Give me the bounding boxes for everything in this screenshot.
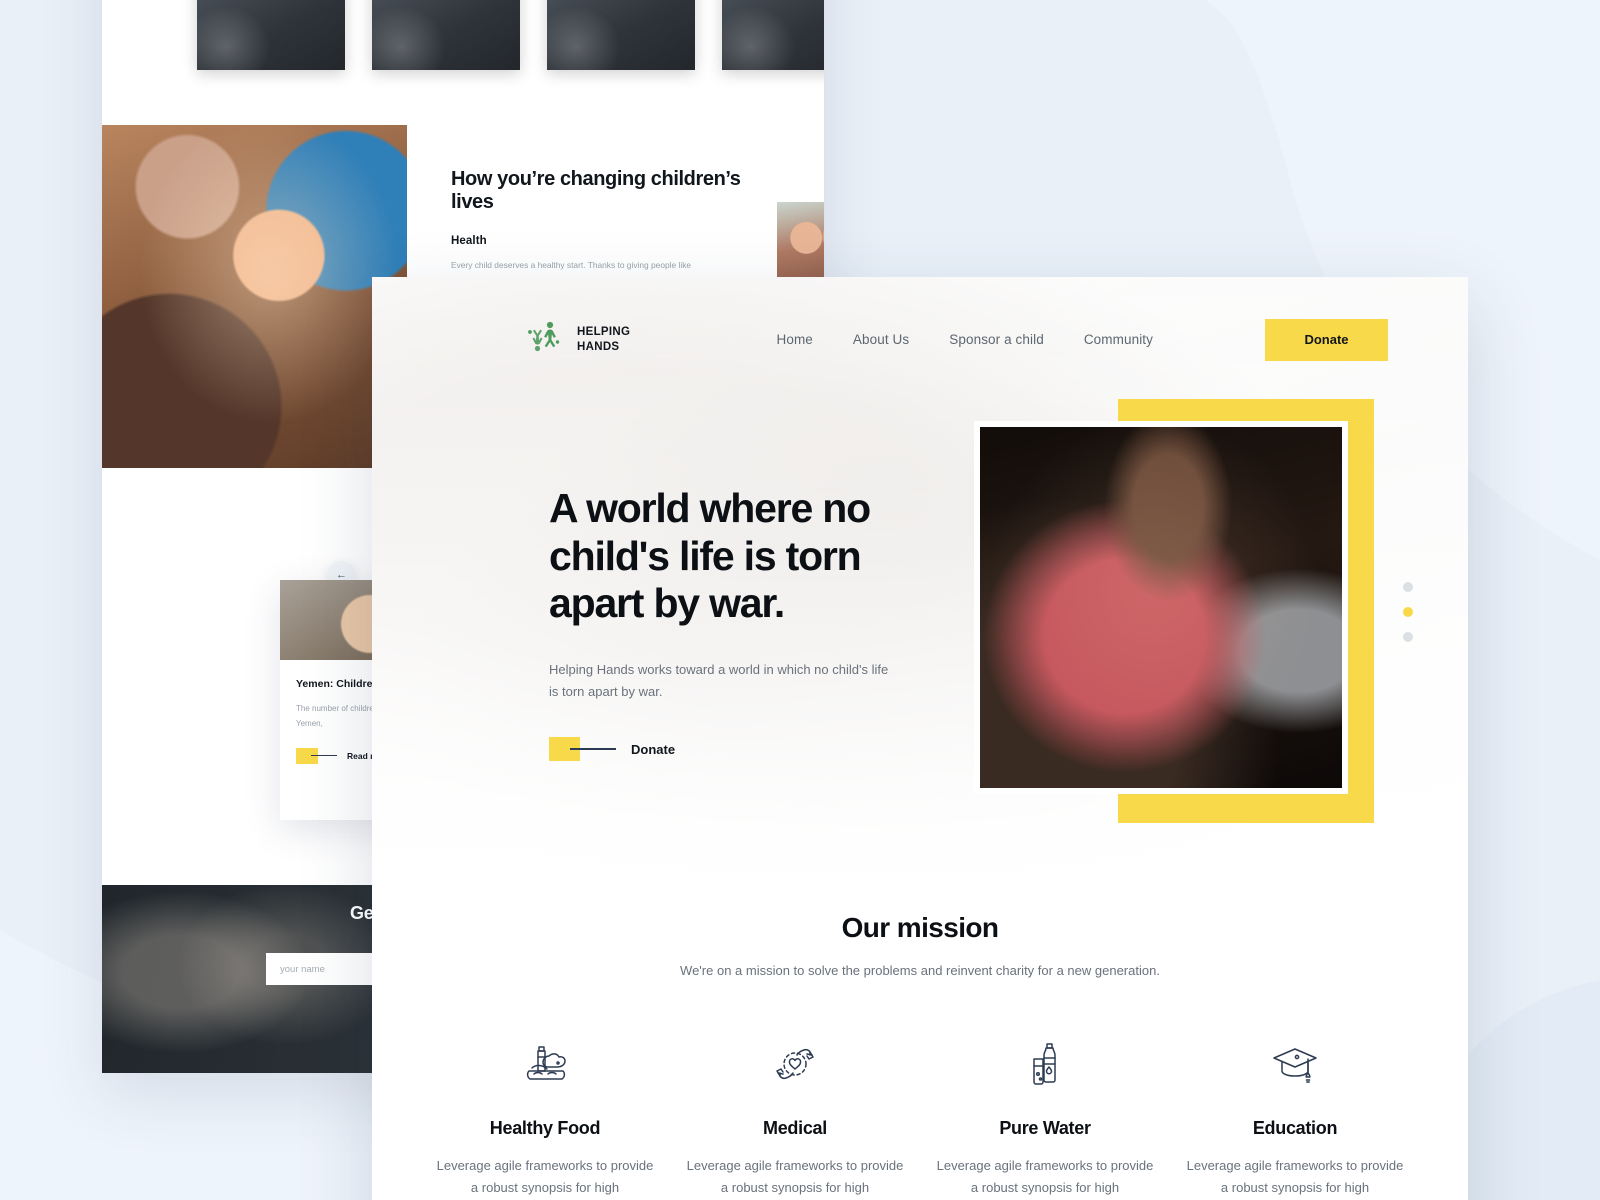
section-body-text: Every child deserves a healthy start. Th… xyxy=(451,260,692,270)
smiling-children-thumbnail xyxy=(777,202,824,280)
pure-water-icon xyxy=(934,1037,1156,1093)
hero-donate-label: Donate xyxy=(631,741,676,757)
feature-body: Leverage agile frameworks to provide a r… xyxy=(1186,1158,1404,1196)
thumbnail-item[interactable]: talk with his family in a camp. xyxy=(722,0,824,70)
brand-name: HELPING HANDS xyxy=(577,325,630,353)
carousel-dot-3[interactable] xyxy=(1403,632,1413,642)
feature-card-healthy-food: Healthy Food Leverage agile frameworks t… xyxy=(420,1037,670,1200)
landing-page: HELPING HANDS Home About Us Sponsor a ch… xyxy=(372,277,1468,1200)
brand-line-2: HANDS xyxy=(577,340,620,353)
mission-features: Healthy Food Leverage agile frameworks t… xyxy=(420,1037,1420,1200)
feature-title: Medical xyxy=(763,1118,827,1138)
feature-card-pure-water: Pure Water Leverage agile frameworks to … xyxy=(920,1037,1170,1200)
brand-line-1: HELPING xyxy=(577,326,631,339)
arrow-left-icon: ← xyxy=(336,568,347,581)
children-photo xyxy=(102,125,407,468)
mission-title: Our mission xyxy=(841,912,999,943)
mission-subtitle: We're on a mission to solve the problems… xyxy=(680,963,1160,978)
hero-donate-link[interactable]: Donate xyxy=(549,737,675,761)
feature-card-education: Education Leverage agile frameworks to p… xyxy=(1170,1037,1420,1200)
nav-item-home[interactable]: Home xyxy=(777,332,813,347)
nav-item-about-us[interactable]: About Us xyxy=(853,332,909,347)
thumbnail-item[interactable]: camp for people displaced by xyxy=(547,0,695,70)
thumbnail-item[interactable]: to protect his identity. xyxy=(372,0,520,70)
carousel-dots xyxy=(1403,582,1413,642)
section-heading: How you’re changing children’s lives xyxy=(451,168,741,214)
hero-subtitle: Helping Hands works toward a world in wh… xyxy=(549,662,889,700)
donate-button[interactable]: Donate xyxy=(1265,318,1388,361)
feature-card-medical: Medical Leverage agile frameworks to pro… xyxy=(670,1037,920,1200)
feature-body: Leverage agile frameworks to provide a r… xyxy=(936,1158,1154,1196)
healthy-food-icon xyxy=(434,1037,656,1093)
feature-title: Healthy Food xyxy=(489,1118,601,1138)
carousel-dot-1[interactable] xyxy=(1403,582,1413,592)
feature-body: Leverage agile frameworks to provide a r… xyxy=(686,1158,904,1196)
education-graduation-cap-icon xyxy=(1184,1037,1406,1093)
feature-title: Education xyxy=(1252,1118,1338,1138)
section-subheading: Health xyxy=(451,235,487,247)
feature-body: Leverage agile frameworks to provide a r… xyxy=(436,1158,654,1196)
line-accent xyxy=(570,748,616,750)
brand-logo[interactable]: HELPING HANDS xyxy=(524,318,630,361)
thumbnail-item[interactable]: talk with his family in a camp. xyxy=(197,0,345,70)
navbar: HELPING HANDS Home About Us Sponsor a ch… xyxy=(372,277,1468,402)
helping-hands-logo-icon xyxy=(524,318,564,361)
nav-item-community[interactable]: Community xyxy=(1084,332,1153,347)
hero-photo xyxy=(980,427,1342,788)
hero-title: A world where no child's life is torn ap… xyxy=(549,485,871,627)
line-accent xyxy=(311,754,337,757)
carousel-dot-2-active[interactable] xyxy=(1403,607,1413,617)
nav-item-sponsor-a-child[interactable]: Sponsor a child xyxy=(949,332,1044,347)
nav-links: Home About Us Sponsor a child Community … xyxy=(777,318,1388,361)
feature-title: Pure Water xyxy=(999,1118,1091,1138)
thumbnail-strip: talk with his family in a camp. to prote… xyxy=(197,0,824,70)
medical-hands-heart-icon xyxy=(684,1037,906,1093)
